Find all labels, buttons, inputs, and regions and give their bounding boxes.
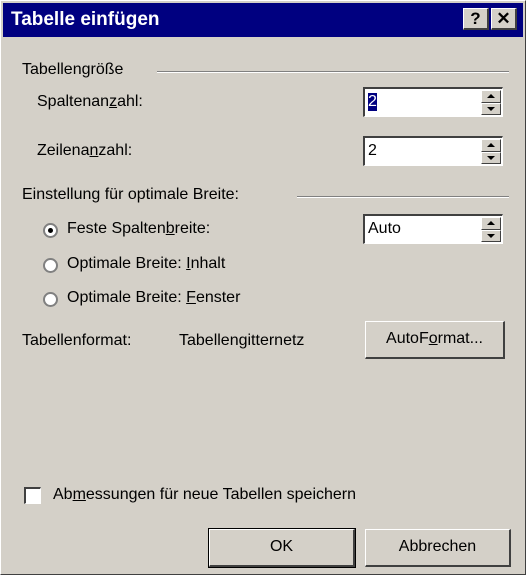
rows-decrement-button[interactable] xyxy=(481,151,501,164)
help-button[interactable]: ? xyxy=(463,8,489,30)
fixed-width-spin-buttons[interactable] xyxy=(481,217,501,242)
columns-value[interactable]: 2 xyxy=(368,93,377,111)
insert-table-dialog: Tabelle einfügen ? ✕ Tabellengröße Spalt… xyxy=(0,0,526,575)
size-group-title: Tabellengröße xyxy=(22,61,124,78)
arrow-up-icon xyxy=(487,94,495,98)
fixed-width-decrement-button[interactable] xyxy=(481,229,501,242)
fixed-width-radio[interactable] xyxy=(43,223,58,238)
fixed-width-label[interactable]: Feste Spaltenbreite: xyxy=(67,220,210,238)
table-format-label: Tabellenformat: xyxy=(22,332,132,349)
title-bar[interactable]: Tabelle einfügen ? ✕ xyxy=(3,3,523,37)
columns-spin-buttons[interactable] xyxy=(481,90,501,115)
arrow-up-icon xyxy=(487,221,495,225)
ok-button[interactable]: OK xyxy=(208,528,356,568)
dialog-title: Tabelle einfügen xyxy=(11,9,160,30)
width-group-title: Einstellung für optimale Breite: xyxy=(22,186,239,203)
rows-spin-buttons[interactable] xyxy=(481,139,501,164)
arrow-down-icon xyxy=(487,155,495,160)
group-divider xyxy=(297,196,509,198)
group-divider xyxy=(157,71,509,73)
cancel-button[interactable]: Abbrechen xyxy=(365,529,511,567)
autofit-window-label[interactable]: Optimale Breite: Fenster xyxy=(67,289,240,307)
rows-label: Zeilenanzahl: xyxy=(37,142,133,159)
arrow-down-icon xyxy=(487,233,495,238)
autoformat-button[interactable]: AutoFormat... xyxy=(365,321,505,359)
columns-increment-button[interactable] xyxy=(481,90,501,103)
remember-dimensions-label[interactable]: Abmessungen für neue Tabellen speichern xyxy=(53,486,356,504)
remember-dimensions-checkbox[interactable] xyxy=(24,487,41,504)
fixed-width-increment-button[interactable] xyxy=(481,217,501,230)
close-button[interactable]: ✕ xyxy=(491,8,517,30)
columns-spinner[interactable]: 2 xyxy=(363,87,503,117)
autofit-window-radio[interactable] xyxy=(43,292,58,307)
table-format-value: Tabellengitternetz xyxy=(179,332,305,349)
arrow-up-icon xyxy=(487,143,495,147)
fixed-width-spinner[interactable]: Auto xyxy=(363,214,503,244)
autofit-content-radio[interactable] xyxy=(43,258,58,273)
autofit-content-label[interactable]: Optimale Breite: Inhalt xyxy=(67,255,225,273)
rows-spinner[interactable]: 2 xyxy=(363,136,503,166)
fixed-width-value[interactable]: Auto xyxy=(368,220,401,238)
columns-decrement-button[interactable] xyxy=(481,102,501,115)
columns-label: Spaltenanzahl: xyxy=(37,93,143,110)
rows-value[interactable]: 2 xyxy=(368,142,377,160)
arrow-down-icon xyxy=(487,106,495,111)
rows-increment-button[interactable] xyxy=(481,139,501,152)
